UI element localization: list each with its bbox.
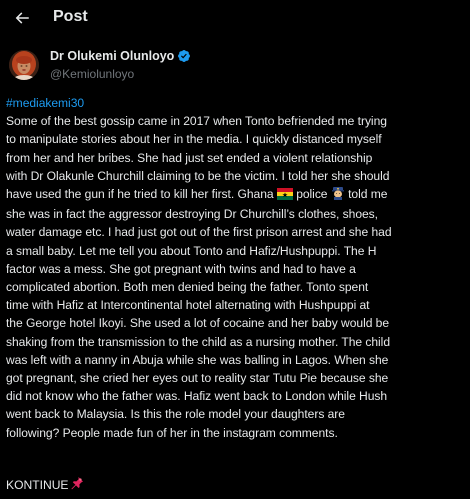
ghana-flag-icon — [276, 187, 293, 205]
author-name[interactable]: Dr Olukemi Olunloyo — [50, 48, 174, 64]
tweet-line: was left with a nanny in Abuja while she… — [6, 352, 389, 367]
author-block: Dr Olukemi Olunloyo @Kemiolunloyo — [9, 47, 191, 82]
kontinue-text: KONTINUE — [6, 477, 69, 492]
tweet-line: got pregnant, she cried her eyes out to … — [6, 371, 389, 386]
tweet-text: #mediakemi30 Some of the best gossip cam… — [6, 94, 464, 442]
tweet-line: a small baby. Let me tell you about Tont… — [6, 243, 377, 258]
tweet-line: Some of the best gossip came in 2017 whe… — [6, 114, 387, 129]
tweet-line: with Dr Olakunle Churchill claiming to b… — [6, 168, 390, 183]
tweet-line: the George hotel Ikoyi. She used a lot o… — [6, 316, 390, 331]
back-button[interactable] — [8, 4, 36, 32]
tweet-line: following? People made fun of her in the… — [6, 425, 338, 440]
tweet-line: to manipulate stories about her in the m… — [6, 132, 382, 147]
police-officer-icon — [331, 186, 345, 205]
tweet-text-segment: police — [296, 187, 328, 202]
tweet-line: did not know who the father was. Hafiz w… — [6, 389, 388, 404]
tweet-line: went back to Malaysia. Is this the role … — [6, 407, 345, 422]
tweet-line-with-emoji: have used the gun if he tried to kill he… — [6, 185, 464, 205]
arrow-left-icon — [15, 12, 29, 24]
tweet-line: water damage etc. I had just got out of … — [6, 225, 392, 240]
top-bar: Post — [0, 0, 470, 36]
tweet-text-segment: have used the gun if he tried to kill he… — [6, 187, 274, 202]
page-title: Post — [53, 8, 88, 25]
tweet-line: time with Hafiz at Intercontinental hote… — [6, 298, 370, 313]
verified-badge-icon — [177, 49, 191, 63]
avatar-image — [9, 49, 39, 80]
tweet-line: shaking from the transmission to the chi… — [6, 334, 390, 349]
hashtag-link[interactable]: #mediakemi30 — [6, 94, 464, 112]
tweet-line: she was in fact the aggressor destroying… — [6, 207, 378, 222]
tweet-text-segment: told me — [348, 187, 388, 202]
tweet-line: from her and her bribes. She had just se… — [6, 150, 373, 165]
pushpin-icon — [70, 476, 84, 493]
avatar[interactable] — [9, 49, 39, 80]
tweet-footer: KONTINUE — [6, 476, 84, 493]
tweet-line: factor was a mess. She got pregnant with… — [6, 261, 356, 276]
tweet-line: complicated abortion. Both men denied be… — [6, 280, 369, 295]
author-handle[interactable]: @Kemiolunloyo — [50, 66, 191, 82]
